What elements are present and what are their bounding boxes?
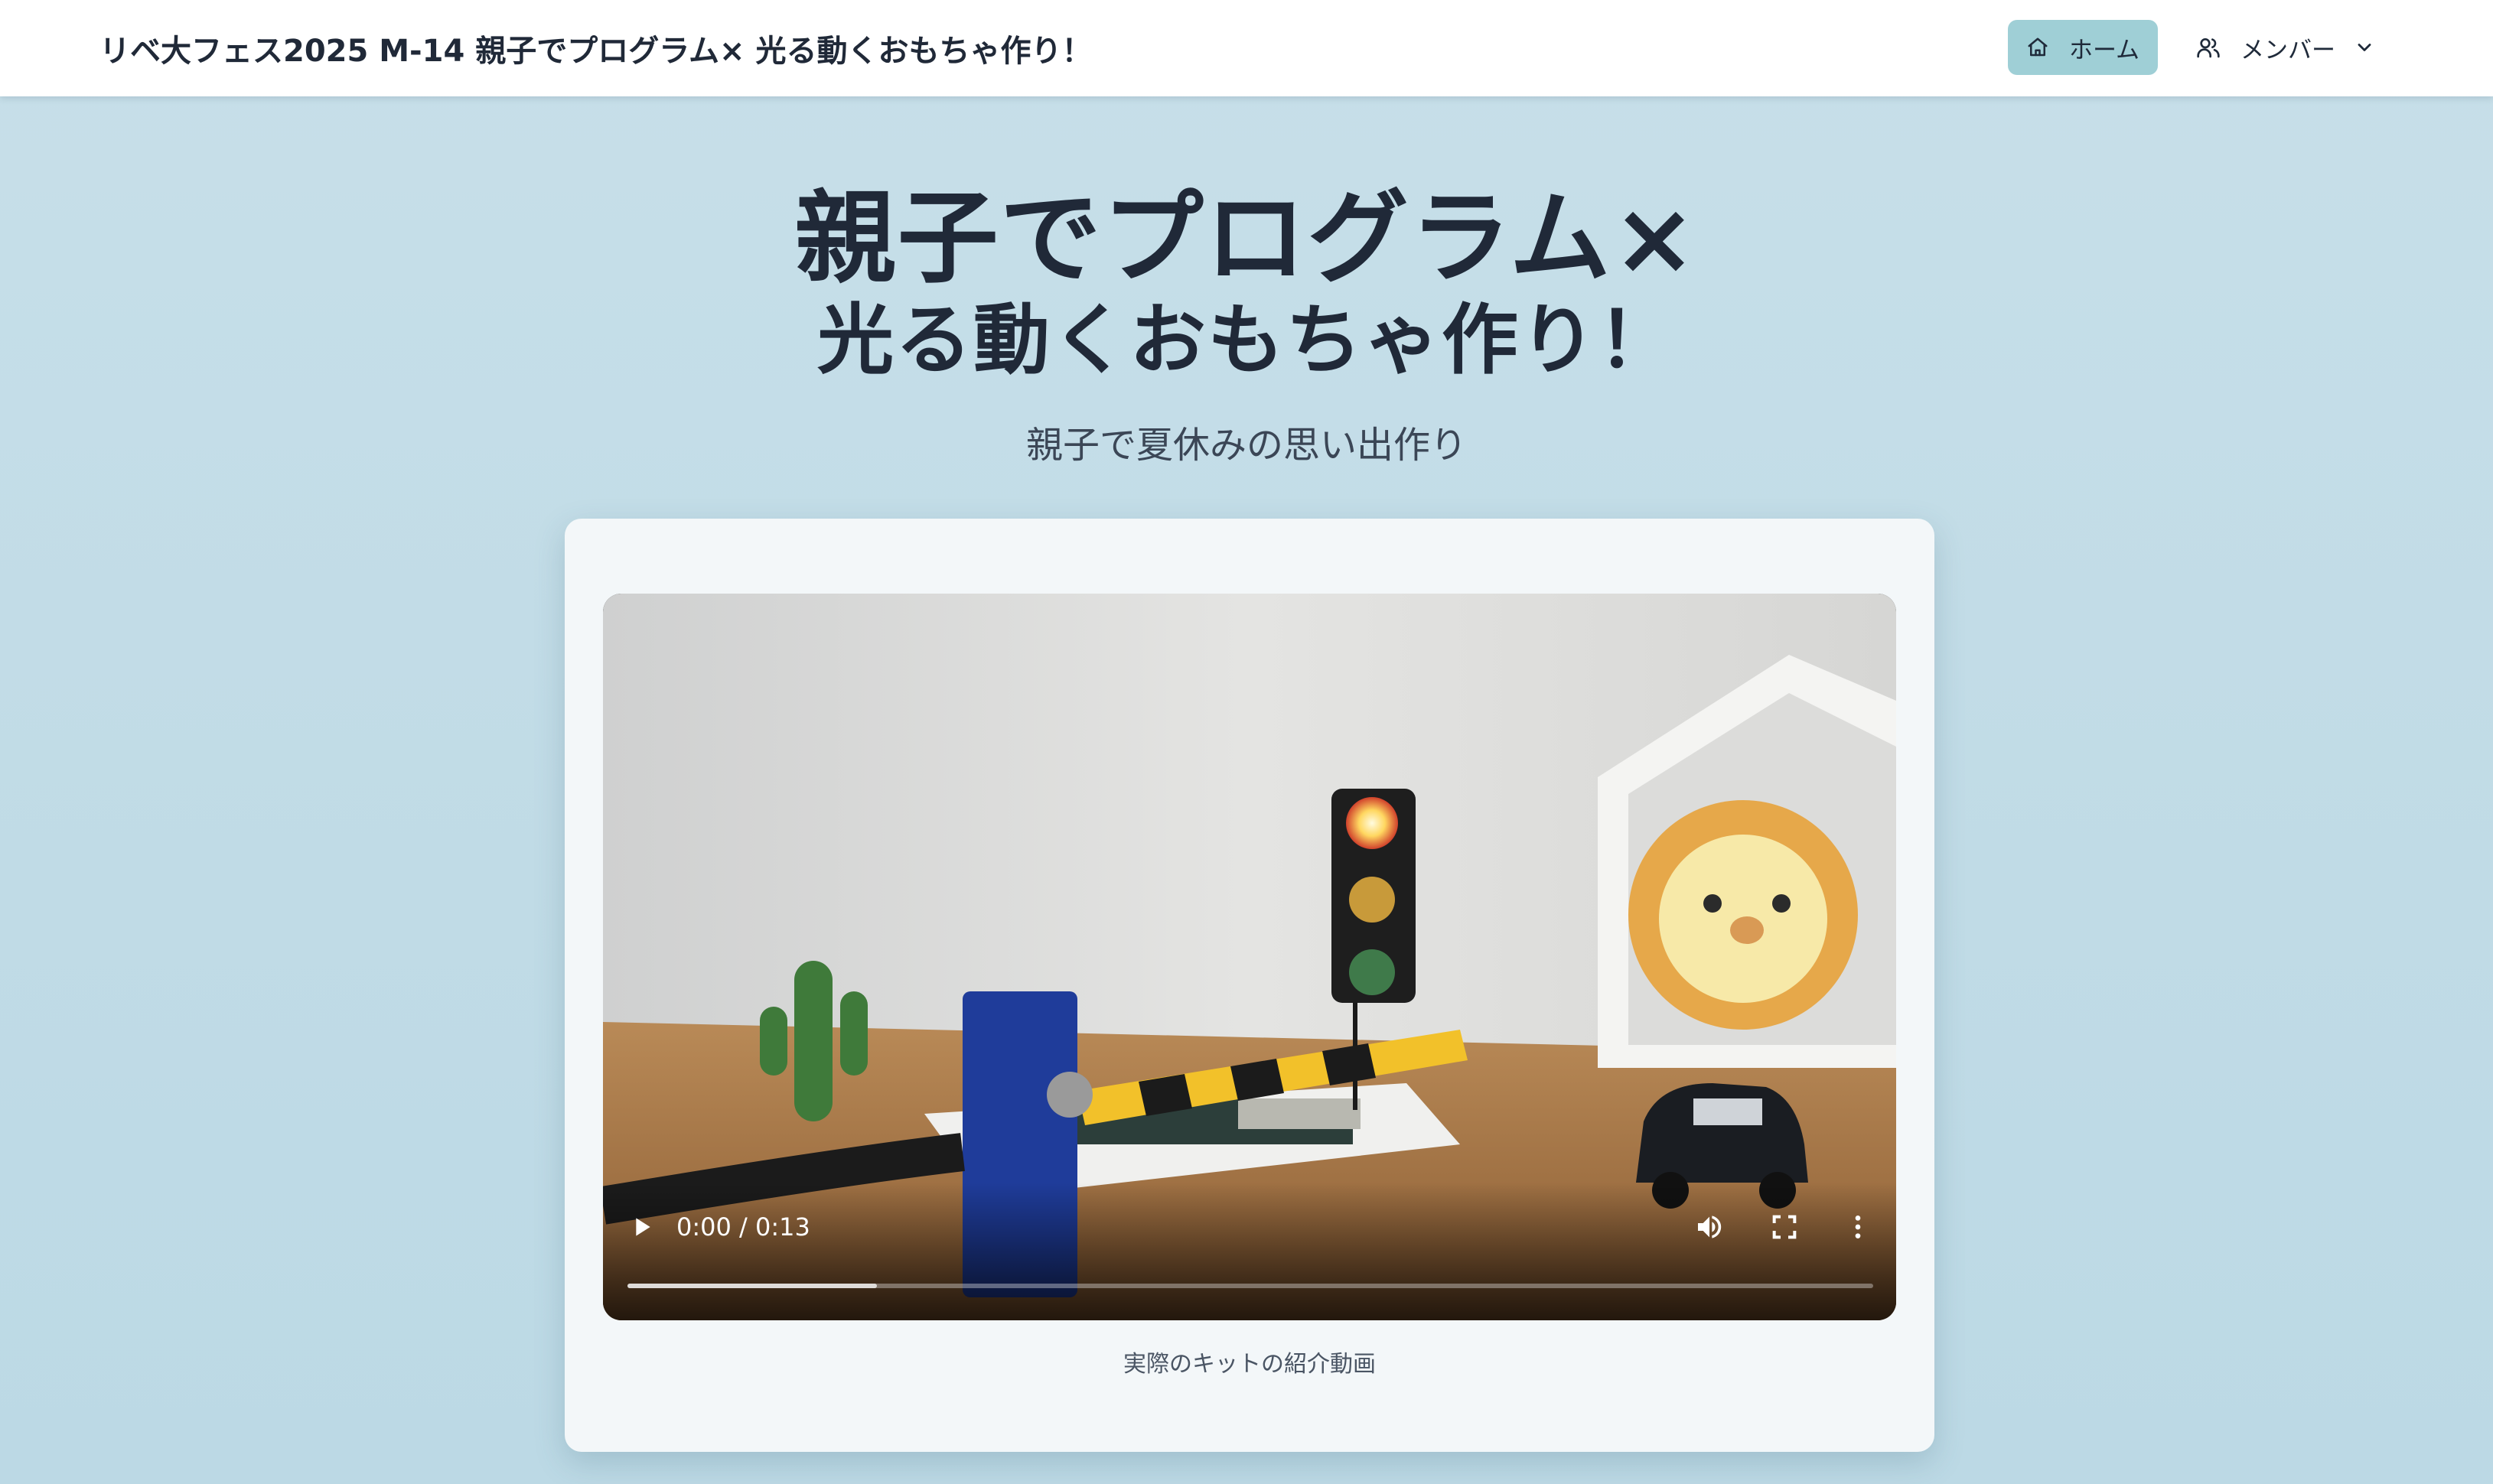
top-navigation-bar: リベ大フェス2025 M-14 親子でプログラム× 光る動くおもちゃ作り！ ホー…	[0, 0, 2493, 96]
hero-title-line-1: 親子でプログラム×	[794, 180, 1699, 298]
video-caption: 実際のキットの紹介動画	[1123, 1351, 1376, 1378]
more-options-button[interactable]	[1843, 1212, 1873, 1245]
video-controls-overlay	[603, 1183, 1896, 1320]
play-button[interactable]	[626, 1212, 657, 1245]
video-progress-bar[interactable]	[627, 1284, 1873, 1288]
home-button[interactable]: ホーム	[2008, 20, 2158, 75]
video-buffered-indicator	[627, 1284, 877, 1288]
fullscreen-button[interactable]	[1769, 1212, 1800, 1245]
hero-title-line-2: 光る動くおもちゃ作り！	[817, 295, 1676, 385]
video-card: 0:00 / 0:13 実際のキットの紹介動画	[565, 519, 1934, 1452]
more-vertical-icon	[1855, 1216, 1861, 1238]
volume-button[interactable]	[1694, 1212, 1725, 1245]
member-menu-label: メンバー	[2240, 36, 2335, 64]
home-icon	[2026, 36, 2049, 59]
volume-icon	[1698, 1216, 1722, 1238]
video-time-display: 0:00 / 0:13	[676, 1212, 810, 1242]
chevron-down-icon	[2354, 37, 2375, 58]
video-player[interactable]: 0:00 / 0:13	[603, 594, 1896, 1320]
site-title[interactable]: リベ大フェス2025 M-14 親子でプログラム× 光る動くおもちゃ作り！	[99, 26, 1093, 70]
fullscreen-icon	[1772, 1215, 1797, 1239]
play-icon	[636, 1218, 650, 1236]
home-button-label: ホーム	[2068, 36, 2140, 64]
hero-subtitle: 親子で夏休みの思い出作り	[1025, 424, 1467, 467]
users-icon	[2196, 35, 2221, 60]
member-menu-button[interactable]: メンバー	[2196, 20, 2387, 75]
